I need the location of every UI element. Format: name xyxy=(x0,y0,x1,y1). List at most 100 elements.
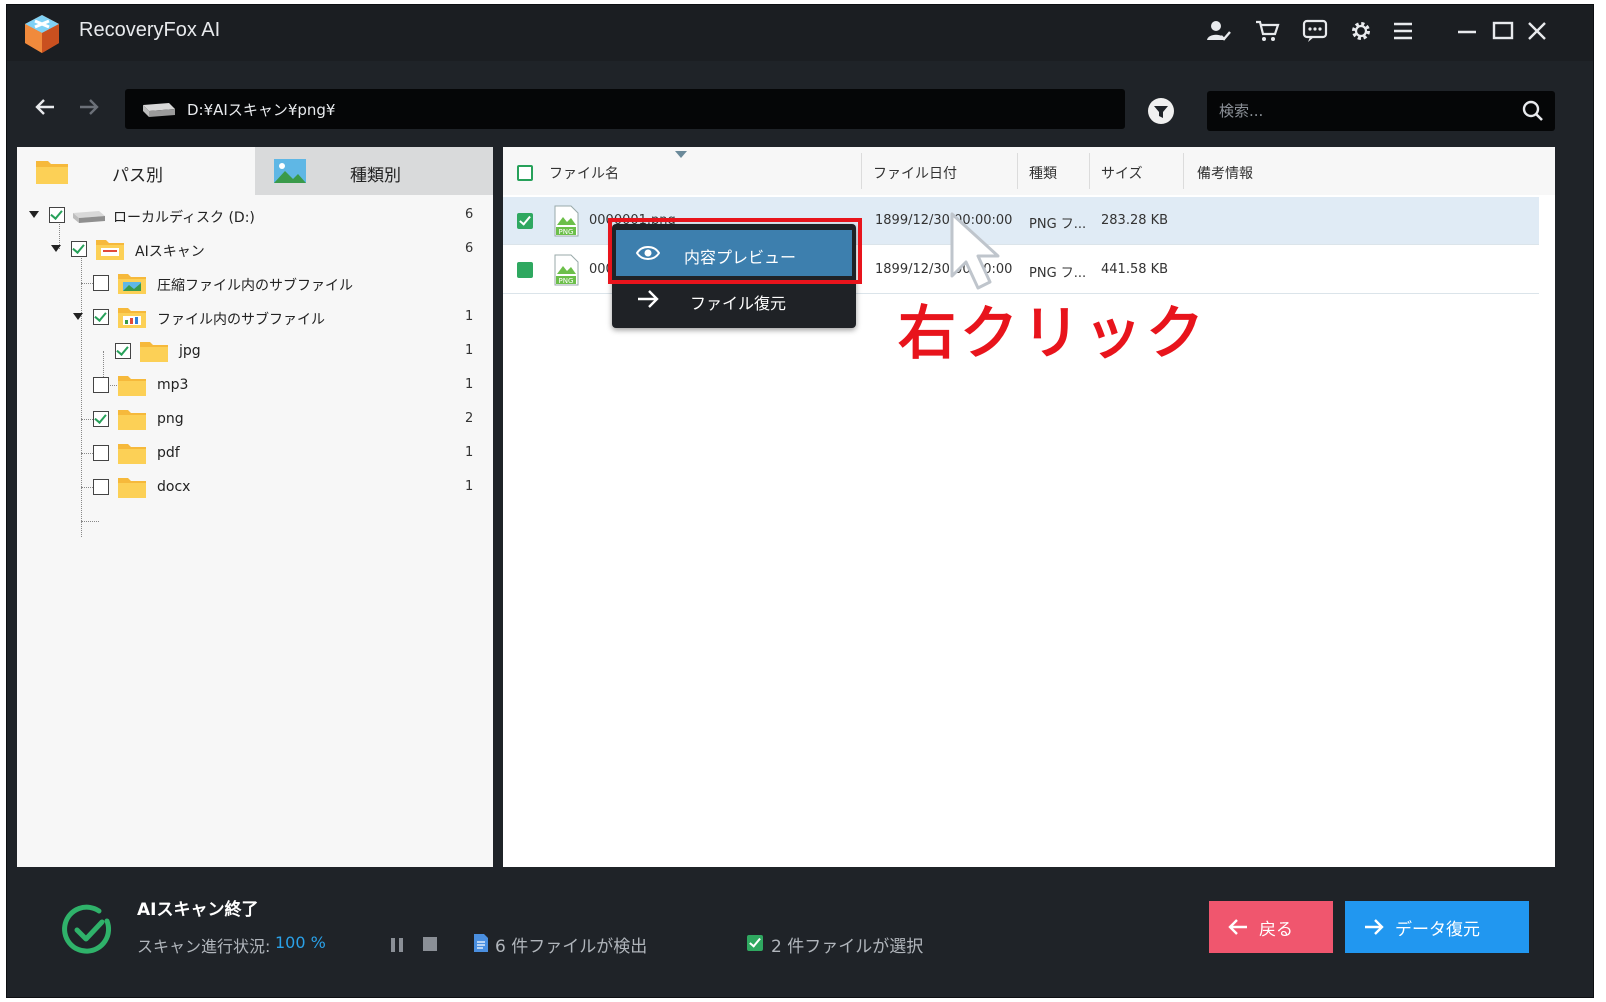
tree-item-jpg[interactable]: jpg 1 xyxy=(17,335,493,369)
tree-checkbox[interactable] xyxy=(71,241,87,257)
column-header-date[interactable]: ファイル日付 xyxy=(873,163,957,183)
check-circle-icon xyxy=(62,904,112,954)
filter-icon[interactable] xyxy=(1147,97,1175,125)
tree-checkbox[interactable] xyxy=(93,377,109,393)
tree-item-archive-subfiles[interactable]: 圧縮ファイル内のサブファイル xyxy=(17,267,493,301)
cart-icon[interactable] xyxy=(1251,15,1283,47)
context-item-recover[interactable]: ファイル復元 xyxy=(616,276,852,322)
file-date: 1899/12/30 00:00:00 xyxy=(875,213,1013,228)
tab-path[interactable]: パス別 xyxy=(17,147,255,195)
context-menu: 内容プレビュー ファイル復元 xyxy=(612,224,856,328)
collapse-caret-icon[interactable] xyxy=(51,245,61,252)
account-icon[interactable] xyxy=(1203,15,1235,47)
select-all-checkbox[interactable] xyxy=(517,165,533,181)
tab-type[interactable]: 種類別 xyxy=(255,147,493,195)
tree-item-label: mp3 xyxy=(157,377,189,393)
close-icon[interactable] xyxy=(1521,15,1553,47)
files-found-text: 6 件ファイルが検出 xyxy=(495,937,648,957)
tree-item-label: docx xyxy=(157,479,191,495)
tree-checkbox[interactable] xyxy=(93,445,109,461)
tree-item-count: 1 xyxy=(465,309,474,324)
tree-item-pdf[interactable]: pdf 1 xyxy=(17,437,493,471)
pause-icon[interactable] xyxy=(389,937,405,953)
tree-item-label: jpg xyxy=(179,343,201,359)
eye-icon xyxy=(636,246,660,260)
png-file-icon: PNG xyxy=(554,254,579,286)
progress-value: 100 % xyxy=(275,933,326,952)
tree-item-count: 2 xyxy=(465,411,474,426)
stop-icon[interactable] xyxy=(423,937,437,951)
tree-checkbox[interactable] xyxy=(93,411,109,427)
drive-icon xyxy=(73,211,105,223)
forward-arrow-icon xyxy=(1365,919,1384,935)
collapse-caret-icon[interactable] xyxy=(73,313,83,320)
context-item-label: 内容プレビュー xyxy=(684,248,797,267)
file-date: 1899/12/30 00:00:00 xyxy=(875,262,1013,277)
tree-item-label: png xyxy=(157,411,184,427)
folder-icon xyxy=(118,376,146,396)
table-header: ファイル名 ファイル日付 種類 サイズ 備考情報 xyxy=(503,147,1555,195)
gear-icon[interactable] xyxy=(1345,15,1377,47)
tree-checkbox[interactable] xyxy=(49,207,65,223)
tree-item-docx[interactable]: docx 1 xyxy=(17,471,493,505)
app-title: RecoveryFox AI xyxy=(79,19,221,41)
image-folder-icon xyxy=(118,274,146,294)
tree-checkbox[interactable] xyxy=(93,309,109,325)
row-checkbox[interactable] xyxy=(517,213,533,229)
folder-icon xyxy=(118,410,146,430)
forward-arrow-icon[interactable] xyxy=(73,91,105,123)
tree-checkbox[interactable] xyxy=(93,479,109,495)
tree-item-label: 圧縮ファイル内のサブファイル xyxy=(157,278,353,294)
back-arrow-icon[interactable] xyxy=(29,91,61,123)
back-arrow-icon xyxy=(1228,919,1247,935)
context-item-label: ファイル復元 xyxy=(690,294,787,313)
column-header-note[interactable]: 備考情報 xyxy=(1197,163,1253,183)
file-size: 283.28 KB xyxy=(1101,213,1169,228)
file-name: 000 xyxy=(589,262,614,277)
recover-button-label: データ復元 xyxy=(1395,919,1480,940)
folder-icon xyxy=(118,478,146,498)
tree-item-count: 1 xyxy=(465,479,474,494)
tree-item-ai-scan[interactable]: AIスキャン 6 xyxy=(17,233,493,267)
back-button[interactable]: 戻る xyxy=(1209,901,1333,953)
back-button-label: 戻る xyxy=(1259,919,1293,940)
column-header-size[interactable]: サイズ xyxy=(1101,163,1143,183)
tree-item-mp3[interactable]: mp3 1 xyxy=(17,369,493,403)
recover-button[interactable]: データ復元 xyxy=(1345,901,1529,953)
tree-item-png[interactable]: png 2 xyxy=(17,403,493,437)
left-panel: パス別 種類別 ローカルディスク (D:) 6 AIスキャン 6 圧縮ファイル内… xyxy=(17,147,493,867)
folder-icon xyxy=(36,161,68,184)
file-type: PNG フ... xyxy=(1029,266,1087,281)
search-input[interactable] xyxy=(1219,99,1509,123)
tree-checkbox[interactable] xyxy=(115,343,131,359)
annotation-right-click: 右クリック xyxy=(898,299,1209,367)
column-header-name[interactable]: ファイル名 xyxy=(549,163,619,183)
column-header-type[interactable]: 種類 xyxy=(1029,163,1057,183)
maximize-icon[interactable] xyxy=(1487,15,1519,47)
path-bar[interactable]: D:¥AIスキャン¥png¥ xyxy=(125,89,1125,129)
app-window: RecoveryFox AI D:¥AIスキャン¥png¥ 検索... パス別 … xyxy=(6,4,1594,998)
collapse-caret-icon[interactable] xyxy=(29,211,39,218)
minimize-icon[interactable] xyxy=(1451,15,1483,47)
search-icon[interactable] xyxy=(1521,99,1545,123)
progress-label: スキャン進行状況: xyxy=(137,937,271,956)
sort-arrow-icon[interactable] xyxy=(675,151,687,158)
selected-check-icon xyxy=(747,935,763,951)
row-checkbox[interactable] xyxy=(517,262,533,278)
document-icon xyxy=(474,934,488,952)
tree-item-count: 1 xyxy=(465,343,474,358)
title-bar: RecoveryFox AI xyxy=(7,5,1593,61)
context-item-preview[interactable]: 内容プレビュー xyxy=(616,230,852,276)
arrow-right-icon xyxy=(638,290,659,308)
tree-item-label: pdf xyxy=(157,445,180,461)
tree-item-file-subfiles[interactable]: ファイル内のサブファイル 1 xyxy=(17,301,493,335)
tree-item-label: ローカルディスク (D:) xyxy=(113,210,255,226)
folder-icon xyxy=(118,444,146,464)
chat-icon[interactable] xyxy=(1299,15,1331,47)
image-icon xyxy=(274,159,306,183)
special-folder-icon xyxy=(96,240,124,260)
search-box[interactable] xyxy=(1207,91,1555,131)
menu-icon[interactable] xyxy=(1387,15,1419,47)
tree-item-local-disk[interactable]: ローカルディスク (D:) 6 xyxy=(17,199,493,233)
tree-checkbox[interactable] xyxy=(93,275,109,291)
